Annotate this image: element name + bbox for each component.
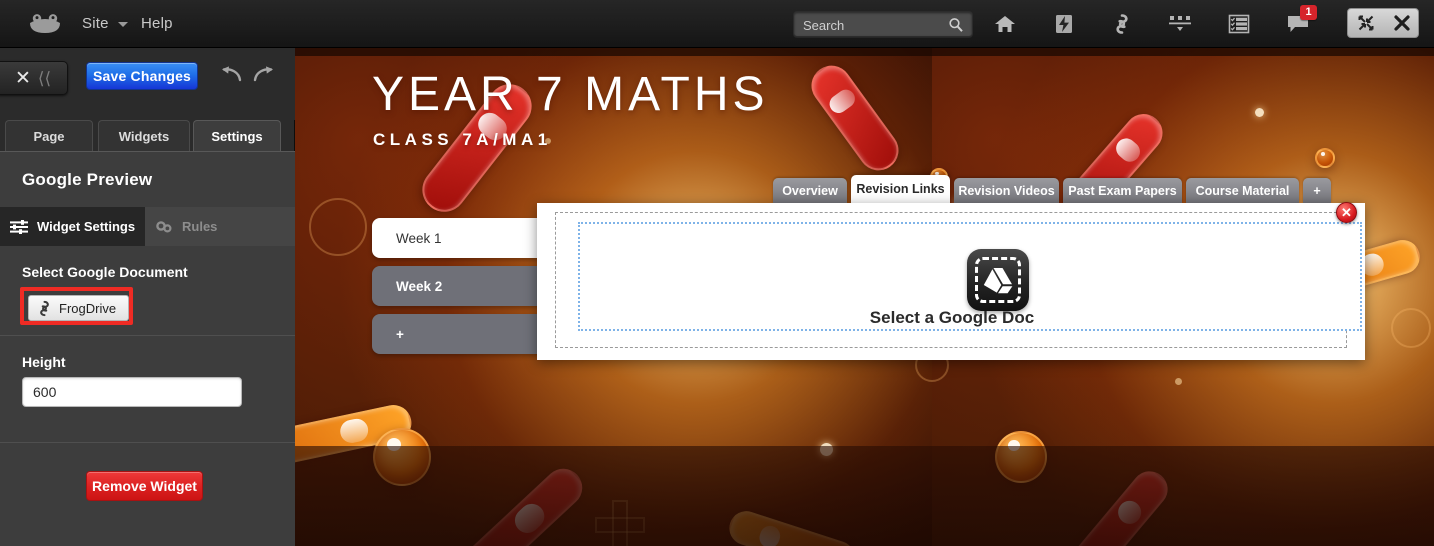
section-remove-widget: Remove Widget <box>0 443 295 533</box>
drive-triangle-glyph <box>983 266 1013 299</box>
subtab-label: Rules <box>182 219 218 234</box>
accordion-label: + <box>396 326 404 342</box>
modal-caption: Select a Google Doc <box>869 308 1035 327</box>
nav-help[interactable]: Help <box>141 13 173 35</box>
section-select-document: Select Google Document FrogDrive <box>0 246 295 336</box>
search-input[interactable] <box>803 12 943 38</box>
site-tab-strip: Overview Revision Links Revision Videos … <box>295 175 1434 203</box>
site-tab-overview[interactable]: Overview <box>773 178 847 203</box>
tab-widgets[interactable]: Widgets <box>98 120 190 151</box>
widget-title: Google Preview <box>22 170 153 189</box>
collapse-chevrons-icon: ⟨⟨ <box>37 68 52 88</box>
sliders-icon <box>10 219 28 234</box>
close-x-icon[interactable] <box>1384 9 1420 37</box>
chat-bubble-icon[interactable]: 1 <box>1283 5 1317 38</box>
undo-arrow-icon[interactable] <box>219 64 243 89</box>
site-tab-past-exam-papers[interactable]: Past Exam Papers <box>1063 178 1182 203</box>
height-label: Height <box>22 354 66 370</box>
drop-zone-outer: Select a Google Doc <box>555 212 1362 348</box>
window-controls <box>1347 8 1419 38</box>
top-toolbar: Site Help Search 1 <box>0 0 1434 48</box>
page-title: YEAR 7 MATHS <box>372 68 769 121</box>
editor-tab-row: Page Widgets Settings <box>0 120 295 152</box>
close-editor-button[interactable]: ✕ ⟨⟨ <box>0 61 68 95</box>
chevron-down-icon[interactable] <box>118 22 128 27</box>
home-icon[interactable] <box>990 10 1020 38</box>
site-tab-revision-links[interactable]: Revision Links <box>851 175 950 203</box>
editor-toolbar: ✕ ⟨⟨ Save Changes <box>0 48 295 120</box>
subtab-label: Widget Settings <box>37 219 136 234</box>
tab-settings[interactable]: Settings <box>193 120 281 151</box>
subtab-widget-settings[interactable]: Widget Settings <box>0 207 145 246</box>
select-google-doc-modal: Select a Google Doc <box>537 203 1365 360</box>
frogdrive-swirl-icon[interactable] <box>1107 10 1137 38</box>
redo-arrow-icon[interactable] <box>252 64 276 89</box>
height-input[interactable] <box>22 377 242 407</box>
editor-sidebar: ✕ ⟨⟨ Save Changes Page Widgets Settings <box>0 48 295 546</box>
frogdrive-swirl-icon <box>36 300 53 317</box>
accordion-label: Week 1 <box>396 230 442 246</box>
settings-subtabs: Widget Settings Rules <box>0 207 295 246</box>
gears-icon <box>155 220 173 234</box>
app-root: Site Help Search 1 YEAR 7 MATHS CLASS 7A… <box>0 0 1434 546</box>
site-tab-course-material[interactable]: Course Material <box>1186 178 1299 203</box>
nav-site[interactable]: Site <box>82 13 109 35</box>
minimize-arrows-icon[interactable] <box>1348 9 1384 37</box>
close-editor-icon: ✕ <box>15 67 31 89</box>
site-tab-revision-videos[interactable]: Revision Videos <box>954 178 1059 203</box>
select-document-label: Select Google Document <box>22 264 188 280</box>
modal-close-button[interactable]: ✕ <box>1336 202 1357 223</box>
save-changes-button[interactable]: Save Changes <box>86 62 198 90</box>
assignments-list-icon[interactable] <box>1224 10 1254 38</box>
frogdrive-highlight: FrogDrive <box>20 287 133 325</box>
site-tab-add[interactable]: + <box>1303 178 1331 203</box>
remove-widget-button[interactable]: Remove Widget <box>86 471 203 501</box>
dashboard-dots-icon[interactable] <box>1165 10 1195 38</box>
frogdrive-button[interactable]: FrogDrive <box>28 295 129 321</box>
lightning-bolt-icon[interactable] <box>1049 10 1079 38</box>
accordion-label: Week 2 <box>396 278 443 294</box>
settings-panel: Google Preview Widget Settings Rules Sel… <box>0 151 295 546</box>
frogdrive-button-label: FrogDrive <box>59 300 117 316</box>
tab-page[interactable]: Page <box>5 120 93 151</box>
search-icon[interactable] <box>948 17 964 33</box>
chat-unread-badge: 1 <box>1300 5 1317 20</box>
page-subtitle: CLASS 7A/MA1 <box>373 130 552 149</box>
search-box[interactable] <box>793 11 973 38</box>
google-drive-icon[interactable] <box>967 249 1029 311</box>
section-height: Height <box>0 336 295 443</box>
subtab-rules[interactable]: Rules <box>145 207 295 246</box>
frog-logo-icon[interactable] <box>28 13 62 35</box>
